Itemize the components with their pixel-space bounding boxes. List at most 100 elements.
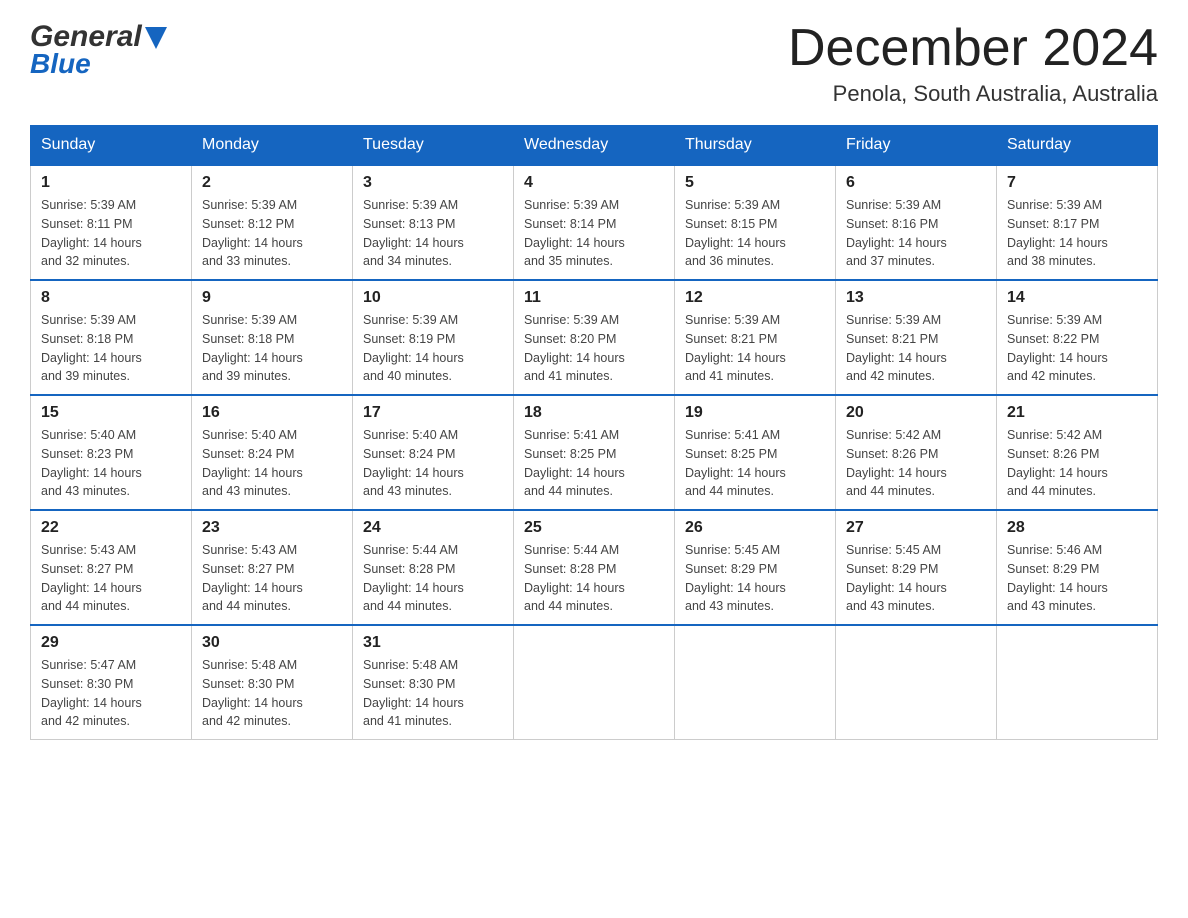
day-number: 31 <box>363 634 503 652</box>
day-info: Sunrise: 5:42 AM Sunset: 8:26 PM Dayligh… <box>1007 426 1147 501</box>
day-number: 7 <box>1007 174 1147 192</box>
calendar-cell: 25 Sunrise: 5:44 AM Sunset: 8:28 PM Dayl… <box>514 510 675 625</box>
calendar-cell: 22 Sunrise: 5:43 AM Sunset: 8:27 PM Dayl… <box>31 510 192 625</box>
calendar-cell: 9 Sunrise: 5:39 AM Sunset: 8:18 PM Dayli… <box>192 280 353 395</box>
day-info: Sunrise: 5:41 AM Sunset: 8:25 PM Dayligh… <box>524 426 664 501</box>
day-info: Sunrise: 5:39 AM Sunset: 8:14 PM Dayligh… <box>524 196 664 271</box>
day-number: 28 <box>1007 519 1147 537</box>
calendar-cell: 29 Sunrise: 5:47 AM Sunset: 8:30 PM Dayl… <box>31 625 192 740</box>
calendar-cell: 3 Sunrise: 5:39 AM Sunset: 8:13 PM Dayli… <box>353 165 514 280</box>
calendar-table: Sunday Monday Tuesday Wednesday Thursday… <box>30 125 1158 740</box>
calendar-cell: 7 Sunrise: 5:39 AM Sunset: 8:17 PM Dayli… <box>997 165 1158 280</box>
col-wednesday: Wednesday <box>514 126 675 166</box>
day-info: Sunrise: 5:39 AM Sunset: 8:13 PM Dayligh… <box>363 196 503 271</box>
calendar-cell: 10 Sunrise: 5:39 AM Sunset: 8:19 PM Dayl… <box>353 280 514 395</box>
day-number: 18 <box>524 404 664 422</box>
location-subtitle: Penola, South Australia, Australia <box>788 81 1158 107</box>
calendar-cell: 5 Sunrise: 5:39 AM Sunset: 8:15 PM Dayli… <box>675 165 836 280</box>
day-number: 4 <box>524 174 664 192</box>
calendar-cell: 16 Sunrise: 5:40 AM Sunset: 8:24 PM Dayl… <box>192 395 353 510</box>
month-title: December 2024 <box>788 20 1158 77</box>
day-info: Sunrise: 5:48 AM Sunset: 8:30 PM Dayligh… <box>363 656 503 731</box>
calendar-cell: 21 Sunrise: 5:42 AM Sunset: 8:26 PM Dayl… <box>997 395 1158 510</box>
logo: General Blue <box>30 20 167 80</box>
day-info: Sunrise: 5:40 AM Sunset: 8:23 PM Dayligh… <box>41 426 181 501</box>
day-info: Sunrise: 5:43 AM Sunset: 8:27 PM Dayligh… <box>41 541 181 616</box>
day-info: Sunrise: 5:39 AM Sunset: 8:20 PM Dayligh… <box>524 311 664 386</box>
calendar-cell: 19 Sunrise: 5:41 AM Sunset: 8:25 PM Dayl… <box>675 395 836 510</box>
day-number: 19 <box>685 404 825 422</box>
calendar-cell: 23 Sunrise: 5:43 AM Sunset: 8:27 PM Dayl… <box>192 510 353 625</box>
day-info: Sunrise: 5:39 AM Sunset: 8:12 PM Dayligh… <box>202 196 342 271</box>
calendar-cell: 11 Sunrise: 5:39 AM Sunset: 8:20 PM Dayl… <box>514 280 675 395</box>
day-info: Sunrise: 5:42 AM Sunset: 8:26 PM Dayligh… <box>846 426 986 501</box>
col-saturday: Saturday <box>997 126 1158 166</box>
calendar-cell: 12 Sunrise: 5:39 AM Sunset: 8:21 PM Dayl… <box>675 280 836 395</box>
day-number: 1 <box>41 174 181 192</box>
day-number: 15 <box>41 404 181 422</box>
day-number: 11 <box>524 289 664 307</box>
day-info: Sunrise: 5:44 AM Sunset: 8:28 PM Dayligh… <box>363 541 503 616</box>
day-number: 25 <box>524 519 664 537</box>
calendar-cell: 17 Sunrise: 5:40 AM Sunset: 8:24 PM Dayl… <box>353 395 514 510</box>
day-number: 24 <box>363 519 503 537</box>
day-number: 23 <box>202 519 342 537</box>
day-number: 3 <box>363 174 503 192</box>
day-info: Sunrise: 5:40 AM Sunset: 8:24 PM Dayligh… <box>363 426 503 501</box>
day-info: Sunrise: 5:39 AM Sunset: 8:22 PM Dayligh… <box>1007 311 1147 386</box>
calendar-cell: 14 Sunrise: 5:39 AM Sunset: 8:22 PM Dayl… <box>997 280 1158 395</box>
day-info: Sunrise: 5:44 AM Sunset: 8:28 PM Dayligh… <box>524 541 664 616</box>
calendar-week-row: 8 Sunrise: 5:39 AM Sunset: 8:18 PM Dayli… <box>31 280 1158 395</box>
day-info: Sunrise: 5:41 AM Sunset: 8:25 PM Dayligh… <box>685 426 825 501</box>
day-info: Sunrise: 5:39 AM Sunset: 8:15 PM Dayligh… <box>685 196 825 271</box>
col-thursday: Thursday <box>675 126 836 166</box>
day-info: Sunrise: 5:39 AM Sunset: 8:18 PM Dayligh… <box>202 311 342 386</box>
calendar-cell: 28 Sunrise: 5:46 AM Sunset: 8:29 PM Dayl… <box>997 510 1158 625</box>
calendar-cell <box>997 625 1158 740</box>
day-number: 30 <box>202 634 342 652</box>
calendar-cell: 8 Sunrise: 5:39 AM Sunset: 8:18 PM Dayli… <box>31 280 192 395</box>
day-number: 22 <box>41 519 181 537</box>
day-number: 9 <box>202 289 342 307</box>
day-number: 21 <box>1007 404 1147 422</box>
calendar-week-row: 22 Sunrise: 5:43 AM Sunset: 8:27 PM Dayl… <box>31 510 1158 625</box>
calendar-cell: 6 Sunrise: 5:39 AM Sunset: 8:16 PM Dayli… <box>836 165 997 280</box>
day-number: 16 <box>202 404 342 422</box>
day-info: Sunrise: 5:39 AM Sunset: 8:21 PM Dayligh… <box>846 311 986 386</box>
day-number: 5 <box>685 174 825 192</box>
calendar-cell: 27 Sunrise: 5:45 AM Sunset: 8:29 PM Dayl… <box>836 510 997 625</box>
day-info: Sunrise: 5:39 AM Sunset: 8:11 PM Dayligh… <box>41 196 181 271</box>
calendar-cell: 18 Sunrise: 5:41 AM Sunset: 8:25 PM Dayl… <box>514 395 675 510</box>
day-info: Sunrise: 5:45 AM Sunset: 8:29 PM Dayligh… <box>685 541 825 616</box>
calendar-cell: 26 Sunrise: 5:45 AM Sunset: 8:29 PM Dayl… <box>675 510 836 625</box>
day-number: 29 <box>41 634 181 652</box>
day-info: Sunrise: 5:43 AM Sunset: 8:27 PM Dayligh… <box>202 541 342 616</box>
calendar-cell: 2 Sunrise: 5:39 AM Sunset: 8:12 PM Dayli… <box>192 165 353 280</box>
calendar-cell: 20 Sunrise: 5:42 AM Sunset: 8:26 PM Dayl… <box>836 395 997 510</box>
day-number: 20 <box>846 404 986 422</box>
day-number: 26 <box>685 519 825 537</box>
day-number: 27 <box>846 519 986 537</box>
calendar-week-row: 1 Sunrise: 5:39 AM Sunset: 8:11 PM Dayli… <box>31 165 1158 280</box>
calendar-cell: 1 Sunrise: 5:39 AM Sunset: 8:11 PM Dayli… <box>31 165 192 280</box>
calendar-header-row: Sunday Monday Tuesday Wednesday Thursday… <box>31 126 1158 166</box>
day-info: Sunrise: 5:39 AM Sunset: 8:21 PM Dayligh… <box>685 311 825 386</box>
title-block: December 2024 Penola, South Australia, A… <box>788 20 1158 107</box>
day-number: 13 <box>846 289 986 307</box>
col-friday: Friday <box>836 126 997 166</box>
col-monday: Monday <box>192 126 353 166</box>
day-info: Sunrise: 5:39 AM Sunset: 8:18 PM Dayligh… <box>41 311 181 386</box>
day-info: Sunrise: 5:39 AM Sunset: 8:19 PM Dayligh… <box>363 311 503 386</box>
logo-triangle-icon <box>145 27 167 49</box>
col-sunday: Sunday <box>31 126 192 166</box>
day-info: Sunrise: 5:47 AM Sunset: 8:30 PM Dayligh… <box>41 656 181 731</box>
day-info: Sunrise: 5:48 AM Sunset: 8:30 PM Dayligh… <box>202 656 342 731</box>
day-number: 6 <box>846 174 986 192</box>
day-number: 10 <box>363 289 503 307</box>
calendar-cell: 4 Sunrise: 5:39 AM Sunset: 8:14 PM Dayli… <box>514 165 675 280</box>
calendar-cell: 15 Sunrise: 5:40 AM Sunset: 8:23 PM Dayl… <box>31 395 192 510</box>
calendar-week-row: 15 Sunrise: 5:40 AM Sunset: 8:23 PM Dayl… <box>31 395 1158 510</box>
calendar-week-row: 29 Sunrise: 5:47 AM Sunset: 8:30 PM Dayl… <box>31 625 1158 740</box>
page-header: General Blue December 2024 Penola, South… <box>30 20 1158 107</box>
day-info: Sunrise: 5:46 AM Sunset: 8:29 PM Dayligh… <box>1007 541 1147 616</box>
